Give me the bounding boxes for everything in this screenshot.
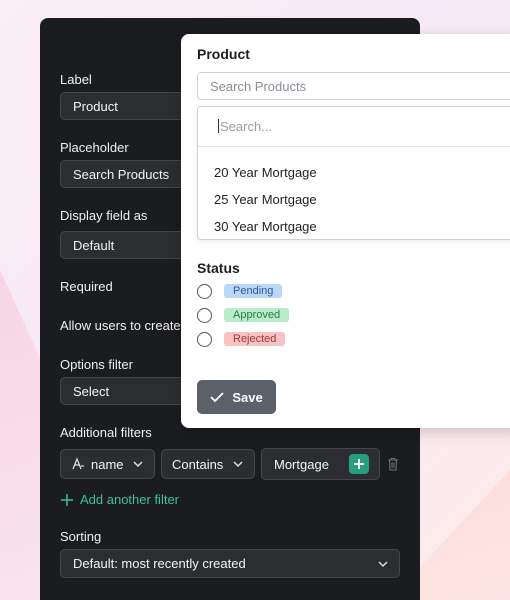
display-field-title: Display field as [60,208,148,223]
options-filter-value: Select [73,384,110,399]
filter-operator-value: Contains [172,456,224,472]
status-radio-rejected[interactable] [197,332,212,347]
product-dropdown: Search... 20 Year Mortgage 25 Year Mortg… [197,106,510,240]
filter-value-text: Mortgage [274,456,329,472]
plus-icon [61,493,73,506]
text-cursor [218,119,219,133]
add-value-button[interactable] [349,454,369,474]
options-filter-title: Options filter [60,357,133,372]
add-another-filter-label: Add another filter [80,492,180,507]
required-title: Required [60,279,113,294]
plus-icon [354,459,364,469]
filter-operator-select[interactable]: Contains [161,449,255,479]
filter-field-value: name [91,456,124,472]
chevron-down-icon [133,461,143,468]
status-badge-pending: Pending [224,284,283,298]
status-badge-rejected: Rejected [224,332,286,346]
status-badge-approved: Approved [224,308,290,322]
filter-field-select[interactable]: name [60,449,155,479]
chevron-down-icon [378,561,388,568]
save-button[interactable]: Save [197,380,276,414]
filter-value-input[interactable]: Mortgage [261,448,380,480]
placeholder-title: Placeholder [60,140,129,155]
save-label: Save [232,389,263,405]
dropdown-search-input[interactable]: Search... [198,107,510,147]
sorting-title: Sorting [60,529,102,544]
additional-filters-title: Additional filters [60,425,152,440]
allow-create-title: Allow users to create [60,318,181,333]
trash-icon[interactable] [387,457,399,471]
product-field-title: Product [197,46,250,62]
display-field-value: Default [73,238,115,253]
dropdown-option[interactable]: 20 Year Mortgage [214,165,317,180]
dropdown-option[interactable]: 25 Year Mortgage [214,192,317,207]
sorting-select[interactable]: Default: most recently created [60,549,400,578]
status-title: Status [197,260,240,276]
dropdown-option[interactable]: 30 Year Mortgage [214,219,317,234]
product-search-select[interactable]: Search Products [197,72,510,100]
status-radio-approved[interactable] [197,308,212,323]
check-icon [210,392,224,403]
label-title: Label [60,72,92,87]
sorting-value: Default: most recently created [73,556,246,571]
add-another-filter-link[interactable]: Add another filter [60,492,179,507]
chevron-down-icon [233,461,243,468]
text-field-icon [72,457,84,470]
status-radio-pending[interactable] [197,284,212,299]
product-form-preview: Product Search Products Search... 20 Yea… [181,34,510,428]
dropdown-search-placeholder: Search... [220,119,273,134]
